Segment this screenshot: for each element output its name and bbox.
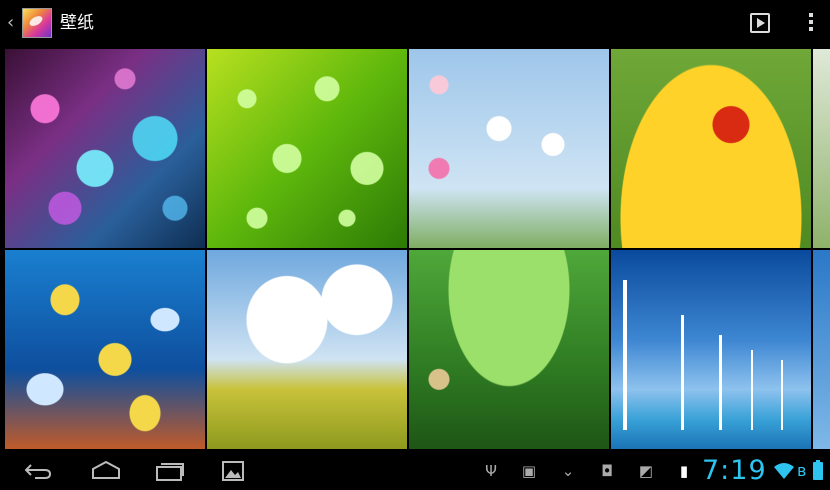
wallpaper-tile-wind-turbines[interactable]	[611, 250, 811, 449]
slideshow-icon[interactable]	[750, 13, 770, 33]
back-icon[interactable]	[25, 463, 51, 479]
usb-icon: Ψ	[485, 462, 497, 480]
android-debug-icon: ▣	[521, 462, 537, 480]
bluetooth-icon: ʙ	[797, 461, 807, 480]
home-icon[interactable]	[91, 461, 121, 479]
page-title: 壁纸	[60, 13, 94, 33]
wallpaper-tile-partial[interactable]	[813, 49, 830, 248]
back-chevron-icon[interactable]: ‹	[7, 13, 16, 33]
status-clock: 7:19	[702, 455, 767, 486]
wifi-icon	[774, 463, 794, 479]
wallpaper-tile-daisies[interactable]	[409, 49, 609, 248]
cpu-icon: ◘	[601, 462, 613, 480]
sd-card-icon: ▮	[679, 462, 689, 480]
wallpaper-tile-partial[interactable]	[813, 250, 830, 449]
battery-icon	[813, 460, 823, 480]
photo-icon: ◩	[638, 462, 654, 480]
wallpaper-tile-bokeh[interactable]	[5, 49, 205, 248]
recent-apps-icon[interactable]	[155, 461, 185, 481]
wallpaper-tile-snail[interactable]	[409, 250, 609, 449]
wallpaper-tile-flower-field[interactable]	[207, 250, 407, 449]
wallpaper-grid	[5, 49, 830, 449]
chevron-down-icon[interactable]: ⌄	[558, 460, 578, 482]
wallpaper-tile-fish[interactable]	[5, 250, 205, 449]
wallpaper-tile-water-drops[interactable]	[207, 49, 407, 248]
overflow-menu-icon[interactable]	[806, 10, 816, 36]
gallery-icon[interactable]	[222, 461, 244, 481]
action-bar: ‹ 壁纸	[0, 0, 830, 46]
wallpaper-tile-ladybug[interactable]	[611, 49, 811, 248]
wallpaper-app-icon[interactable]	[22, 8, 52, 38]
